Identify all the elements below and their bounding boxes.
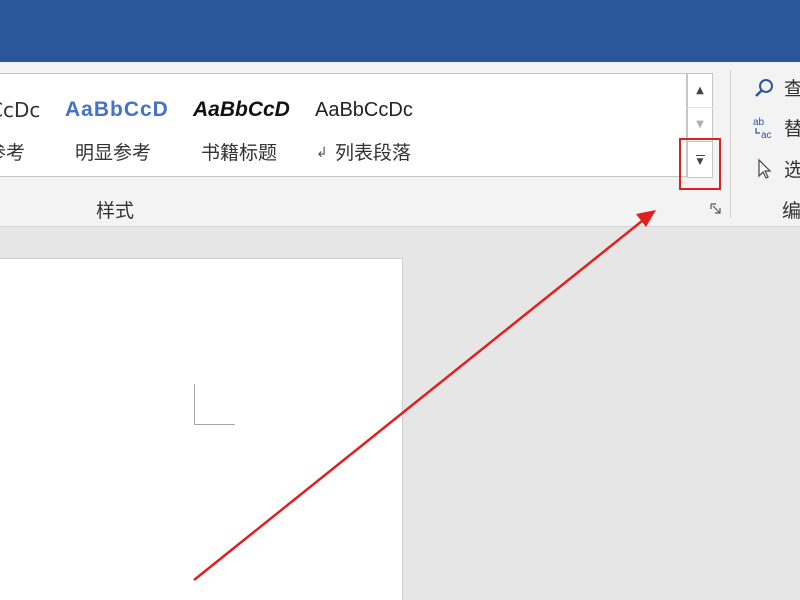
style-name-list-paragraph[interactable]: 列表段落 — [335, 140, 411, 166]
gallery-scroll-down-button[interactable]: ▼ — [687, 107, 713, 141]
style-name-book-title[interactable]: 书籍标题 — [201, 140, 277, 166]
style-name-subtle-reference[interactable]: 参考 — [0, 140, 25, 166]
annotation-highlight-box — [679, 138, 721, 190]
paragraph-mark-icon: ↲ — [316, 145, 328, 161]
styles-group-label: 样式 — [96, 200, 135, 222]
group-separator — [730, 70, 731, 218]
find-button[interactable]: 查 — [752, 74, 800, 101]
title-bar — [0, 0, 800, 62]
style-name-intense-reference[interactable]: 明显参考 — [75, 140, 151, 166]
styles-dialog-launcher-icon[interactable] — [709, 203, 723, 217]
replace-icon: ab ac — [752, 116, 776, 140]
triangle-down-icon: ▼ — [696, 119, 704, 130]
editing-group-label: 编 — [782, 200, 800, 222]
svg-text:ac: ac — [761, 130, 772, 140]
style-sample-list-paragraph[interactable]: AaBbCcDc — [315, 96, 425, 124]
style-sample-subtle-reference[interactable]: CcDc — [0, 96, 40, 124]
search-icon — [752, 76, 776, 100]
triangle-up-icon: ▲ — [696, 85, 704, 96]
replace-button[interactable]: ab ac 替 — [752, 114, 800, 141]
select-button[interactable]: 选 — [752, 155, 800, 182]
style-sample-intense-reference[interactable]: AaBbCcD — [65, 96, 169, 124]
style-sample-book-title[interactable]: AaBbCcD — [193, 96, 290, 124]
select-label: 选 — [784, 159, 800, 181]
select-cursor-icon — [752, 157, 776, 181]
replace-label: 替 — [784, 118, 800, 140]
gallery-scroll-up-button[interactable]: ▲ — [687, 73, 713, 107]
styles-gallery[interactable]: CcDc AaBbCcD AaBbCcD AaBbCcDc 参考 明显参考 书籍… — [0, 73, 687, 177]
document-page[interactable] — [0, 258, 403, 600]
find-label: 查 — [784, 78, 800, 100]
svg-text:ab: ab — [753, 117, 765, 128]
margin-corner-mark — [194, 384, 235, 425]
